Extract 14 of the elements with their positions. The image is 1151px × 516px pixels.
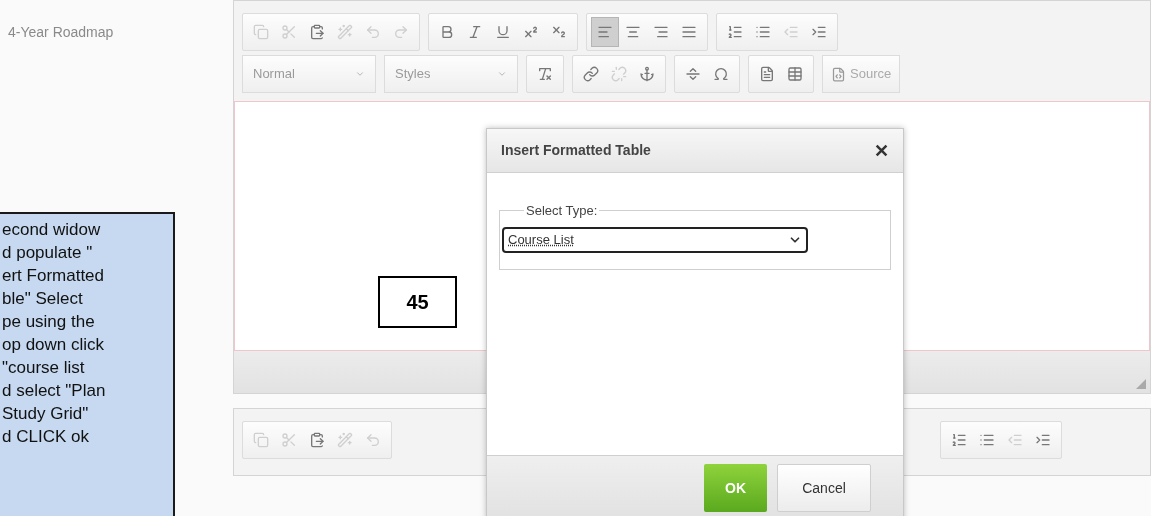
- annotation-text: op down click: [2, 334, 106, 356]
- annotation-text: d select "Plan: [2, 380, 107, 402]
- fieldset-legend: Select Type:: [524, 201, 600, 221]
- annotation-text: d populate ": [2, 242, 94, 264]
- annotation-text: "course list: [2, 357, 86, 379]
- annotation-text: ble" Select: [2, 288, 84, 310]
- field-label: 4-Year Roadmap: [8, 24, 114, 40]
- dialog-title: Insert Formatted Table: [501, 141, 651, 160]
- annotation-text: Study Grid": [2, 403, 90, 425]
- annotation-text: econd widow: [2, 219, 102, 241]
- annotation-text: pe using the: [2, 311, 96, 333]
- annotation-text: ert Formatted: [2, 265, 106, 287]
- annotation-text: d CLICK ok: [2, 426, 90, 448]
- step-number-label: 45: [378, 276, 457, 328]
